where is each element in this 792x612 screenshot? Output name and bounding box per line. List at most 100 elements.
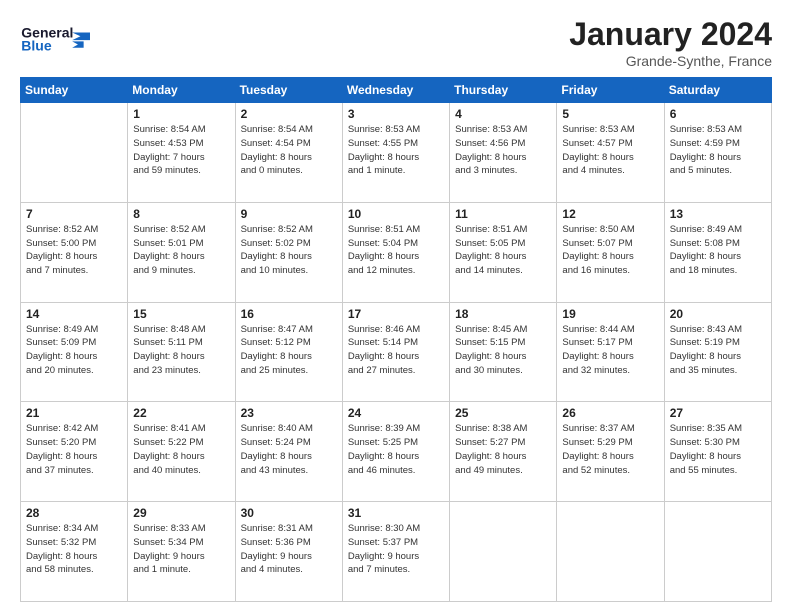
day-info: Sunrise: 8:35 AM Sunset: 5:30 PM Dayligh… [670, 422, 766, 477]
day-info: Sunrise: 8:34 AM Sunset: 5:32 PM Dayligh… [26, 522, 122, 577]
calendar-header-row: Sunday Monday Tuesday Wednesday Thursday… [21, 78, 772, 103]
day-number: 7 [26, 207, 122, 221]
table-row: 8 Sunrise: 8:52 AM Sunset: 5:01 PM Daylig… [128, 202, 235, 302]
calendar-week-row: 7 Sunrise: 8:52 AM Sunset: 5:00 PM Daylig… [21, 202, 772, 302]
day-number: 28 [26, 506, 122, 520]
day-number: 21 [26, 406, 122, 420]
logo-svg: General Blue [20, 16, 90, 61]
day-number: 22 [133, 406, 229, 420]
calendar-week-row: 21 Sunrise: 8:42 AM Sunset: 5:20 PM Dayli… [21, 402, 772, 502]
table-row: 5Sunrise: 8:53 AM Sunset: 4:57 PM Daylig… [557, 103, 664, 203]
day-number: 20 [670, 307, 766, 321]
table-row: 14Sunrise: 8:49 AM Sunset: 5:09 PM Dayli… [21, 302, 128, 402]
table-row: 18Sunrise: 8:45 AM Sunset: 5:15 PM Dayli… [450, 302, 557, 402]
day-info: Sunrise: 8:46 AM Sunset: 5:14 PM Dayligh… [348, 323, 444, 378]
day-number: 31 [348, 506, 444, 520]
day-number: 1 [133, 107, 229, 121]
day-info: Sunrise: 8:52 AM Sunset: 5:00 PM Dayligh… [26, 223, 122, 278]
table-row: 7 Sunrise: 8:52 AM Sunset: 5:00 PM Daylig… [21, 202, 128, 302]
day-number: 3 [348, 107, 444, 121]
day-number: 25 [455, 406, 551, 420]
day-number: 13 [670, 207, 766, 221]
day-info: Sunrise: 8:54 AM Sunset: 4:53 PM Dayligh… [133, 123, 229, 178]
table-row [557, 502, 664, 602]
day-info: Sunrise: 8:42 AM Sunset: 5:20 PM Dayligh… [26, 422, 122, 477]
table-row: 26Sunrise: 8:37 AM Sunset: 5:29 PM Dayli… [557, 402, 664, 502]
day-info: Sunrise: 8:48 AM Sunset: 5:11 PM Dayligh… [133, 323, 229, 378]
header-saturday: Saturday [664, 78, 771, 103]
table-row: 23 Sunrise: 8:40 AM Sunset: 5:24 PM Dayli… [235, 402, 342, 502]
day-info: Sunrise: 8:50 AM Sunset: 5:07 PM Dayligh… [562, 223, 658, 278]
day-info: Sunrise: 8:45 AM Sunset: 5:15 PM Dayligh… [455, 323, 551, 378]
day-number: 2 [241, 107, 337, 121]
table-row: 17Sunrise: 8:46 AM Sunset: 5:14 PM Dayli… [342, 302, 449, 402]
day-info: Sunrise: 8:40 AM Sunset: 5:24 PM Dayligh… [241, 422, 337, 477]
table-row: 9 Sunrise: 8:52 AM Sunset: 5:02 PM Daylig… [235, 202, 342, 302]
day-number: 9 [241, 207, 337, 221]
table-row: 11Sunrise: 8:51 AM Sunset: 5:05 PM Dayli… [450, 202, 557, 302]
day-number: 30 [241, 506, 337, 520]
day-number: 23 [241, 406, 337, 420]
header-tuesday: Tuesday [235, 78, 342, 103]
day-number: 24 [348, 406, 444, 420]
day-info: Sunrise: 8:31 AM Sunset: 5:36 PM Dayligh… [241, 522, 337, 577]
day-info: Sunrise: 8:30 AM Sunset: 5:37 PM Dayligh… [348, 522, 444, 577]
table-row [450, 502, 557, 602]
day-number: 12 [562, 207, 658, 221]
day-info: Sunrise: 8:47 AM Sunset: 5:12 PM Dayligh… [241, 323, 337, 378]
header-sunday: Sunday [21, 78, 128, 103]
table-row: 29 Sunrise: 8:33 AM Sunset: 5:34 PM Dayli… [128, 502, 235, 602]
header: General Blue January 2024 Grande-Synthe,… [20, 16, 772, 69]
header-friday: Friday [557, 78, 664, 103]
day-number: 29 [133, 506, 229, 520]
day-info: Sunrise: 8:43 AM Sunset: 5:19 PM Dayligh… [670, 323, 766, 378]
day-number: 8 [133, 207, 229, 221]
day-number: 15 [133, 307, 229, 321]
table-row: 27 Sunrise: 8:35 AM Sunset: 5:30 PM Dayli… [664, 402, 771, 502]
table-row [21, 103, 128, 203]
table-row: 13 Sunrise: 8:49 AM Sunset: 5:08 PM Dayli… [664, 202, 771, 302]
table-row: 30 Sunrise: 8:31 AM Sunset: 5:36 PM Dayli… [235, 502, 342, 602]
day-number: 26 [562, 406, 658, 420]
header-wednesday: Wednesday [342, 78, 449, 103]
day-number: 14 [26, 307, 122, 321]
table-row: 12 Sunrise: 8:50 AM Sunset: 5:07 PM Dayli… [557, 202, 664, 302]
table-row: 10Sunrise: 8:51 AM Sunset: 5:04 PM Dayli… [342, 202, 449, 302]
day-info: Sunrise: 8:44 AM Sunset: 5:17 PM Dayligh… [562, 323, 658, 378]
table-row: 1 Sunrise: 8:54 AM Sunset: 4:53 PM Daylig… [128, 103, 235, 203]
table-row [664, 502, 771, 602]
table-row: 6 Sunrise: 8:53 AM Sunset: 4:59 PM Daylig… [664, 103, 771, 203]
page-subtitle: Grande-Synthe, France [569, 53, 772, 69]
page: General Blue January 2024 Grande-Synthe,… [0, 0, 792, 612]
logo: General Blue [20, 16, 90, 61]
day-info: Sunrise: 8:51 AM Sunset: 5:04 PM Dayligh… [348, 223, 444, 278]
table-row: 20 Sunrise: 8:43 AM Sunset: 5:19 PM Dayli… [664, 302, 771, 402]
day-number: 4 [455, 107, 551, 121]
day-info: Sunrise: 8:52 AM Sunset: 5:01 PM Dayligh… [133, 223, 229, 278]
table-row: 21 Sunrise: 8:42 AM Sunset: 5:20 PM Dayli… [21, 402, 128, 502]
table-row: 15 Sunrise: 8:48 AM Sunset: 5:11 PM Dayli… [128, 302, 235, 402]
day-number: 5 [562, 107, 658, 121]
day-info: Sunrise: 8:53 AM Sunset: 4:55 PM Dayligh… [348, 123, 444, 178]
page-title: January 2024 [569, 16, 772, 53]
table-row: 28 Sunrise: 8:34 AM Sunset: 5:32 PM Dayli… [21, 502, 128, 602]
table-row: 31 Sunrise: 8:30 AM Sunset: 5:37 PM Dayli… [342, 502, 449, 602]
table-row: 22Sunrise: 8:41 AM Sunset: 5:22 PM Dayli… [128, 402, 235, 502]
table-row: 4Sunrise: 8:53 AM Sunset: 4:56 PM Daylig… [450, 103, 557, 203]
day-info: Sunrise: 8:52 AM Sunset: 5:02 PM Dayligh… [241, 223, 337, 278]
day-number: 16 [241, 307, 337, 321]
calendar-week-row: 14Sunrise: 8:49 AM Sunset: 5:09 PM Dayli… [21, 302, 772, 402]
day-number: 19 [562, 307, 658, 321]
day-number: 6 [670, 107, 766, 121]
header-monday: Monday [128, 78, 235, 103]
calendar-week-row: 28 Sunrise: 8:34 AM Sunset: 5:32 PM Dayli… [21, 502, 772, 602]
day-info: Sunrise: 8:33 AM Sunset: 5:34 PM Dayligh… [133, 522, 229, 577]
table-row: 2Sunrise: 8:54 AM Sunset: 4:54 PM Daylig… [235, 103, 342, 203]
day-info: Sunrise: 8:49 AM Sunset: 5:08 PM Dayligh… [670, 223, 766, 278]
day-number: 27 [670, 406, 766, 420]
day-info: Sunrise: 8:51 AM Sunset: 5:05 PM Dayligh… [455, 223, 551, 278]
svg-text:Blue: Blue [21, 37, 52, 53]
calendar-table: Sunday Monday Tuesday Wednesday Thursday… [20, 77, 772, 602]
table-row: 24Sunrise: 8:39 AM Sunset: 5:25 PM Dayli… [342, 402, 449, 502]
day-info: Sunrise: 8:53 AM Sunset: 4:59 PM Dayligh… [670, 123, 766, 178]
